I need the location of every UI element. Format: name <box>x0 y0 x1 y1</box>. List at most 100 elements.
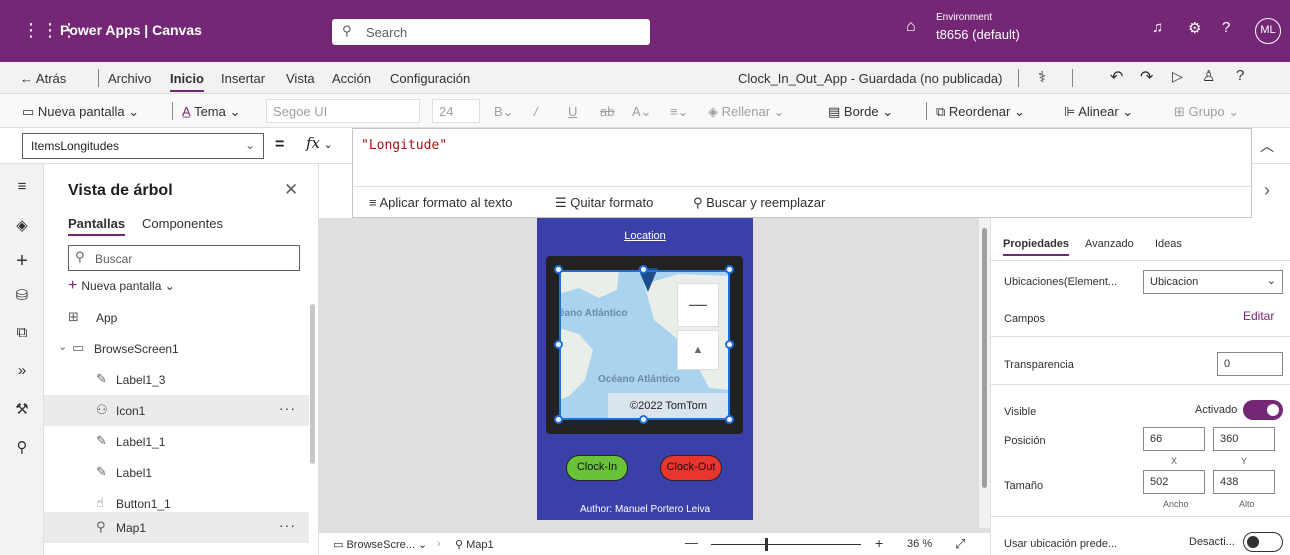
close-icon[interactable]: ✕ <box>284 180 298 200</box>
edit-fields-link[interactable]: Editar <box>1243 309 1274 323</box>
tab-pantallas[interactable]: Pantallas <box>68 216 126 236</box>
default-location-toggle[interactable] <box>1243 532 1283 552</box>
notifications-icon[interactable]: ♫ <box>1152 19 1163 36</box>
new-screen-button[interactable]: + Nueva pantalla ⌄ <box>68 277 175 295</box>
remove-format-button[interactable]: ☰ Quitar formato <box>555 195 653 211</box>
tree-node-label[interactable]: ✎ Label1 <box>44 457 309 488</box>
tab-componentes[interactable]: Componentes <box>142 216 223 231</box>
tree-node-label[interactable]: ✎ Label1_3 <box>44 364 309 395</box>
bold-button[interactable]: B⌄ <box>494 104 514 120</box>
scrollbar[interactable] <box>310 304 315 464</box>
font-color-button[interactable]: A⌄ <box>632 104 652 120</box>
resize-handle[interactable] <box>554 415 563 424</box>
chevron-right-icon[interactable]: › <box>1264 180 1270 201</box>
resize-handle[interactable] <box>554 265 563 274</box>
theme-button[interactable]: A̲ Tema ⌄ <box>182 104 240 120</box>
clock-in-button[interactable]: Clock-In <box>566 455 628 481</box>
tree-view-icon[interactable]: ◈ <box>0 216 44 234</box>
menu-configuracion[interactable]: Configuración <box>390 71 470 86</box>
menu-archivo[interactable]: Archivo <box>108 71 151 86</box>
border-button[interactable]: ▤ Borde ⌄ <box>828 104 893 120</box>
insert-icon[interactable]: + <box>0 250 44 273</box>
tree-node-label[interactable]: ✎ Label1_1 <box>44 426 309 457</box>
power-automate-icon[interactable]: » <box>0 362 44 379</box>
zoom-slider[interactable] <box>711 538 861 551</box>
resize-handle[interactable] <box>554 340 563 349</box>
menu-insertar[interactable]: Insertar <box>221 71 265 86</box>
help-icon[interactable]: ? <box>1236 67 1244 84</box>
resize-handle[interactable] <box>639 415 648 424</box>
menu-inicio[interactable]: Inicio <box>170 71 204 92</box>
fill-button[interactable]: ◈ Rellenar ⌄ <box>708 104 785 120</box>
map-icon: ⚲ <box>96 519 106 534</box>
height-input[interactable]: 438 <box>1213 470 1275 494</box>
property-select[interactable]: ItemsLongitudes ⌄ <box>22 133 264 159</box>
resize-handle[interactable] <box>725 415 734 424</box>
menu-accion[interactable]: Acción <box>332 71 371 86</box>
tree-node-app[interactable]: ⊞ App <box>44 302 309 333</box>
app-checker-icon[interactable]: ⚕ <box>1038 68 1046 86</box>
menu-vista[interactable]: Vista <box>286 71 315 86</box>
zoom-in-button[interactable]: + <box>875 535 883 551</box>
data-icon[interactable]: ⛁ <box>0 286 44 304</box>
share-icon[interactable]: ♙ <box>1202 67 1215 85</box>
scrollbar-thumb[interactable] <box>982 228 987 488</box>
advanced-tools-icon[interactable]: ⚒ <box>0 400 44 418</box>
function-button[interactable]: fx ⌄ <box>306 134 333 152</box>
collapse-formula-icon[interactable]: ︿ <box>1260 136 1274 156</box>
search-icon[interactable]: ⚲ <box>0 438 44 456</box>
scrollbar[interactable] <box>979 218 990 528</box>
undo-icon[interactable]: ↶ <box>1110 67 1123 87</box>
tree-search-input[interactable]: ⚲ Buscar <box>68 245 300 271</box>
tree-node-screen[interactable]: ⌄ ▭ BrowseScreen1 <box>44 333 309 364</box>
screen-breadcrumb[interactable]: ▭ BrowseScre... ⌄ <box>333 538 427 551</box>
environment-value[interactable]: t8656 (default) <box>936 27 1020 42</box>
resize-handle[interactable] <box>639 265 648 274</box>
location-link[interactable]: Location <box>537 230 753 242</box>
find-replace-button[interactable]: ⚲ Buscar y reemplazar <box>693 195 825 211</box>
italic-button[interactable]: / <box>534 104 538 119</box>
resize-handle[interactable] <box>725 340 734 349</box>
control-breadcrumb[interactable]: ⚲ Map1 <box>455 538 494 551</box>
environment-icon[interactable]: ⌂ <box>906 18 916 36</box>
position-y-input[interactable]: 360 <box>1213 427 1275 451</box>
visible-toggle[interactable] <box>1243 400 1283 420</box>
format-text-button[interactable]: ≡ Aplicar formato al texto <box>369 195 512 210</box>
media-icon[interactable]: ⧉ <box>0 324 44 341</box>
underline-button[interactable]: U <box>568 104 577 119</box>
back-button[interactable]: ← Atrás <box>20 71 66 86</box>
transparency-input[interactable]: 0 <box>1217 352 1283 376</box>
app-title[interactable]: Power Apps | Canvas <box>60 22 202 38</box>
tab-ideas[interactable]: Ideas <box>1155 238 1182 250</box>
resize-handle[interactable] <box>725 265 734 274</box>
redo-icon[interactable]: ↷ <box>1140 67 1153 87</box>
width-input[interactable]: 502 <box>1143 470 1205 494</box>
group-button[interactable]: ⊞ Grupo ⌄ <box>1174 104 1239 120</box>
clock-out-button[interactable]: Clock-Out <box>660 455 722 481</box>
reorder-button[interactable]: ⧉ Reordenar ⌄ <box>936 104 1025 120</box>
zoom-slider-thumb[interactable] <box>765 538 768 551</box>
more-options-icon[interactable]: ··· <box>279 517 296 533</box>
play-icon[interactable]: ▷ <box>1172 68 1183 85</box>
fit-to-window-icon[interactable]: ⤢ <box>955 536 965 552</box>
strikethrough-button[interactable]: ab <box>600 104 614 119</box>
help-icon[interactable]: ? <box>1222 19 1230 36</box>
align-button[interactable]: ⊫ Alinear ⌄ <box>1064 104 1133 120</box>
avatar[interactable]: ML <box>1255 18 1281 44</box>
new-screen-button[interactable]: ▭ Nueva pantalla ⌄ <box>22 104 139 120</box>
formula-text[interactable]: "Longitude" <box>361 138 447 153</box>
text-align-button[interactable]: ≡⌄ <box>670 104 688 120</box>
hamburger-icon[interactable]: ≡ <box>0 178 44 195</box>
tab-propiedades[interactable]: Propiedades <box>1003 238 1070 256</box>
zoom-out-button[interactable]: — <box>685 535 698 550</box>
more-options-icon[interactable]: ··· <box>279 400 296 416</box>
position-x-input[interactable]: 66 <box>1143 427 1205 451</box>
global-search-input[interactable]: ⚲ Search <box>332 19 650 45</box>
font-size-select[interactable]: 24 <box>432 99 480 123</box>
settings-icon[interactable]: ⚙ <box>1188 19 1201 37</box>
tab-avanzado[interactable]: Avanzado <box>1085 238 1134 250</box>
locations-select[interactable]: Ubicacion ⌄ <box>1143 270 1283 294</box>
tree-node-map[interactable]: ⚲ Map1 ··· <box>44 512 309 543</box>
tree-node-icon[interactable]: ⚇ Icon1 ··· <box>44 395 309 426</box>
font-family-select[interactable]: Segoe UI <box>266 99 420 123</box>
